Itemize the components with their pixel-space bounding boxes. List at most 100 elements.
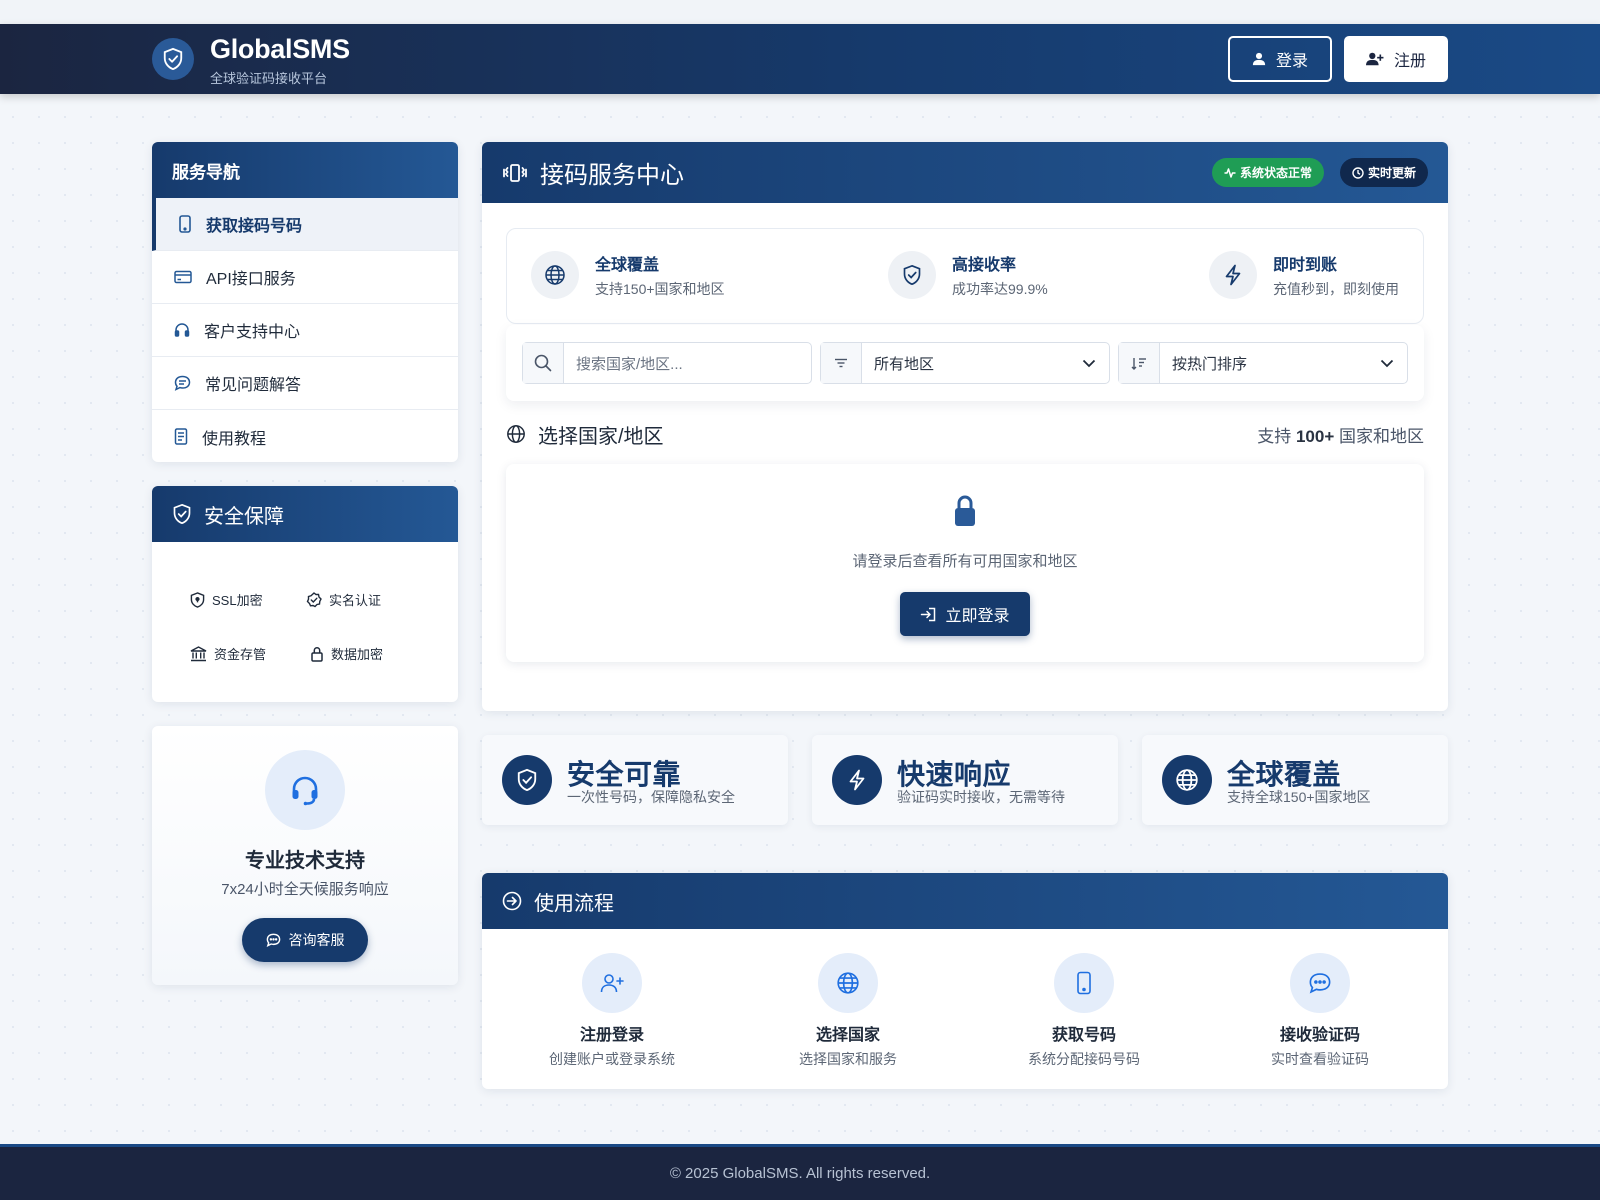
flow-step-desc: 系统分配接码号码 <box>1028 1051 1140 1067</box>
flow-step-title: 获取号码 <box>1051 1027 1116 1044</box>
sidebar-item-label: 获取接码号码 <box>206 218 303 235</box>
sign-in-icon <box>920 607 937 622</box>
feature-high-rate: 高接收率成功率达99.9% <box>888 251 1048 299</box>
region-select[interactable]: 所有地区 <box>820 342 1110 384</box>
feature-desc: 充值秒到，即刻使用 <box>1273 281 1399 297</box>
brand-tagline: 全球验证码接收平台 <box>210 71 328 86</box>
sort-icon <box>1119 343 1160 383</box>
search-icon <box>523 343 564 383</box>
lightning-icon <box>1209 251 1257 299</box>
consult-button[interactable]: 咨询客服 <box>242 918 368 962</box>
feature-instant: 即时到账充值秒到，即刻使用 <box>1209 251 1399 299</box>
system-status-label: 系统状态正常 <box>1239 166 1312 180</box>
sidebar-item-faq[interactable]: 常见问题解答 <box>152 357 458 410</box>
pulse-icon <box>1224 167 1236 178</box>
headset-icon <box>174 322 190 338</box>
feature-desc: 成功率达99.9% <box>952 281 1048 297</box>
sidebar-item-support[interactable]: 客户支持中心 <box>152 304 458 357</box>
realtime-badge: 实时更新 <box>1339 158 1428 187</box>
feature-title: 高接收率 <box>952 257 1017 274</box>
highlight-fast: 快速响应 验证码实时接收，无需等待 <box>812 735 1118 825</box>
bank-icon <box>190 645 207 662</box>
country-select-header: 选择国家/地区 支持 100+ 国家和地区 <box>506 419 1424 449</box>
register-button[interactable]: 注册 <box>1344 36 1448 82</box>
feature-title: 即时到账 <box>1273 257 1338 274</box>
support-count-prefix: 支持 <box>1257 426 1292 446</box>
globe-icon <box>1162 755 1212 805</box>
user-plus-icon <box>1365 51 1384 67</box>
login-now-button[interactable]: 立即登录 <box>900 592 1030 636</box>
security-item-realname: 实名认证 <box>306 590 381 609</box>
support-count-suffix: 国家和地区 <box>1339 426 1424 446</box>
headset-icon <box>265 750 345 830</box>
security-item-label: 资金存管 <box>214 647 267 662</box>
flow-step-receive: 接收验证码 实时查看验证码 <box>1220 953 1420 1069</box>
main-title: 接码服务中心 <box>540 162 684 189</box>
badge-check-icon <box>306 591 322 608</box>
sort-select[interactable]: 按热门排序 <box>1118 342 1408 384</box>
security-title: 安全保障 <box>204 505 284 528</box>
security-item-custody: 资金存管 <box>190 644 266 663</box>
login-button[interactable]: 登录 <box>1228 36 1332 82</box>
footer: © 2025 GlobalSMS. All rights reserved. <box>0 1144 1600 1200</box>
shield-logo-icon[interactable] <box>152 38 194 80</box>
highlight-desc: 验证码实时接收，无需等待 <box>897 789 1065 805</box>
search-input[interactable]: 搜索国家/地区... <box>564 353 811 374</box>
security-item-label: 实名认证 <box>329 593 382 608</box>
service-nav-title: 服务导航 <box>172 162 240 182</box>
sidebar-item-get-number[interactable]: 获取接码号码 <box>152 198 458 251</box>
credit-card-icon <box>174 270 192 284</box>
feature-title: 全球覆盖 <box>595 257 660 274</box>
main-service-card: 接码服务中心 系统状态正常 实时更新 全球覆盖支持150+国家和地区 高接收率成… <box>482 142 1448 711</box>
support-desc: 7x24小时全天候服务响应 <box>221 881 389 898</box>
login-prompt: 请登录后查看所有可用国家和地区 <box>852 553 1078 570</box>
sidebar-item-label: API接口服务 <box>206 271 296 288</box>
lightning-icon <box>832 755 882 805</box>
shield-check-icon <box>172 503 192 525</box>
chat-bubble-icon <box>1290 953 1350 1013</box>
sidebar-item-api[interactable]: API接口服务 <box>152 251 458 304</box>
globe-icon <box>818 953 878 1013</box>
chevron-down-icon <box>1069 359 1109 368</box>
user-plus-icon <box>582 953 642 1013</box>
feature-global: 全球覆盖支持150+国家和地区 <box>531 251 725 299</box>
security-item-label: 数据加密 <box>331 647 384 662</box>
highlight-desc: 一次性号码，保障隐私安全 <box>567 789 735 805</box>
highlight-desc: 支持全球150+国家地区 <box>1227 789 1371 805</box>
login-now-label: 立即登录 <box>945 608 1010 625</box>
smartphone-icon <box>178 215 192 233</box>
flow-step-title: 接收验证码 <box>1279 1027 1360 1044</box>
lock-icon <box>953 494 977 528</box>
sort-select-value: 按热门排序 <box>1172 355 1248 373</box>
flow-step-register: 注册登录 创建账户或登录系统 <box>512 953 712 1069</box>
security-card: 安全保障 SSL加密 实名认证 资金存管 数据加密 <box>152 486 458 702</box>
arrow-circle-right-icon <box>502 891 522 911</box>
chat-bubble-icon <box>174 375 191 391</box>
realtime-label: 实时更新 <box>1367 166 1416 180</box>
filter-bar: 搜索国家/地区... 所有地区 按热门排序 <box>506 325 1424 401</box>
usage-flow-header: 使用流程 <box>482 873 1448 929</box>
navbar: GlobalSMS 全球验证码接收平台 登录 注册 <box>0 24 1600 94</box>
shield-lock-icon <box>190 591 205 608</box>
search-box[interactable]: 搜索国家/地区... <box>522 342 812 384</box>
flow-step-desc: 实时查看验证码 <box>1271 1051 1369 1067</box>
flow-step-desc: 创建账户或登录系统 <box>549 1051 675 1067</box>
brand-name[interactable]: GlobalSMS <box>210 34 350 65</box>
globe-icon <box>531 251 579 299</box>
clock-icon <box>1352 166 1364 179</box>
flow-step-title: 注册登录 <box>579 1027 644 1044</box>
top-strip <box>0 0 1600 24</box>
country-select-title: 选择国家/地区 <box>538 425 664 448</box>
feature-desc: 支持150+国家和地区 <box>595 281 725 297</box>
security-item-ssl: SSL加密 <box>190 590 263 609</box>
highlight-global: 全球覆盖 支持全球150+国家地区 <box>1142 735 1448 825</box>
sidebar-item-label: 使用教程 <box>202 430 267 448</box>
sidebar-item-tutorial[interactable]: 使用教程 <box>152 410 458 462</box>
support-card: 专业技术支持 7x24小时全天候服务响应 咨询客服 <box>152 726 458 985</box>
register-label: 注册 <box>1393 53 1426 70</box>
support-count: 支持 100+ 国家和地区 <box>1257 422 1424 447</box>
flow-step-desc: 选择国家和服务 <box>799 1051 897 1067</box>
login-label: 登录 <box>1275 53 1308 70</box>
support-title: 专业技术支持 <box>245 850 365 872</box>
usage-flow-title: 使用流程 <box>534 892 614 915</box>
